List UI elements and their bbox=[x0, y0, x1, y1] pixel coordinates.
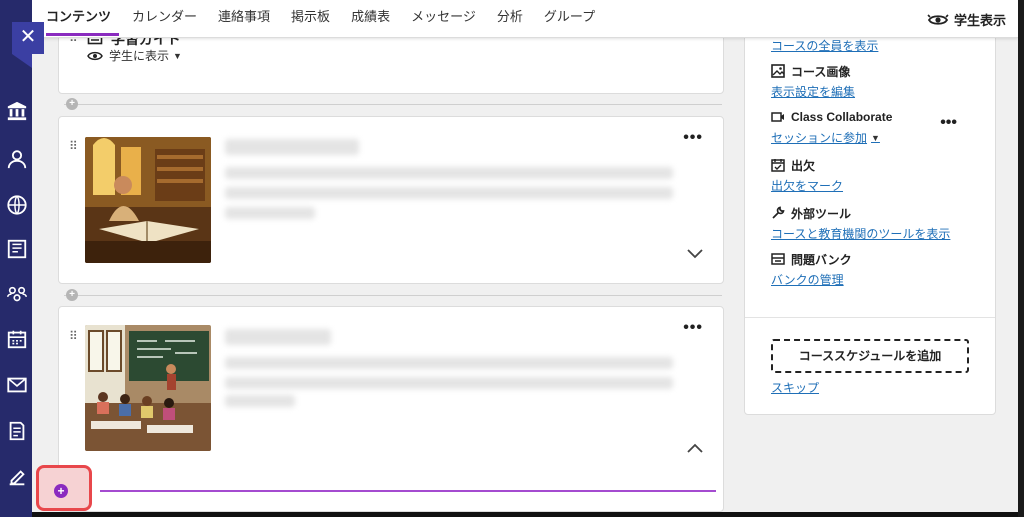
classroom-thumbnail bbox=[85, 325, 211, 451]
blurred-description bbox=[225, 357, 673, 369]
class-collaborate-heading: Class Collaborate bbox=[791, 110, 893, 124]
tab-analytics[interactable]: 分析 bbox=[497, 0, 523, 38]
left-navigation-rail bbox=[0, 0, 32, 517]
window-edge bbox=[1018, 0, 1024, 517]
course-top-nav: コンテンツ カレンダー 連絡事項 掲示板 成績表 メッセージ 分析 グループ 学… bbox=[32, 0, 1018, 38]
tab-groups[interactable]: グループ bbox=[544, 0, 595, 38]
visibility-label: 学生に表示 bbox=[109, 49, 170, 63]
institution-icon[interactable] bbox=[6, 100, 28, 122]
course-tabs: コンテンツ カレンダー 連絡事項 掲示板 成績表 メッセージ 分析 グループ bbox=[46, 0, 616, 38]
insert-content-plus-icon[interactable]: + bbox=[66, 289, 78, 301]
question-bank-heading: 問題バンク bbox=[791, 252, 852, 267]
content-item-card: ••• bbox=[58, 116, 724, 284]
sidebar-separator bbox=[745, 317, 995, 318]
calendar-icon[interactable] bbox=[6, 328, 28, 350]
eye-refresh-icon bbox=[927, 13, 949, 25]
blurred-description bbox=[225, 167, 673, 179]
course-image-item: コース画像 表示設定を編集 bbox=[771, 63, 855, 100]
attendance-heading: 出欠 bbox=[791, 158, 816, 173]
chevron-up-icon[interactable] bbox=[687, 443, 703, 453]
blurred-description bbox=[225, 187, 673, 199]
tab-gradebook[interactable]: 成績表 bbox=[351, 0, 390, 38]
edit-icon[interactable] bbox=[6, 466, 28, 488]
view-tools-link[interactable]: コースと教育機関のツールを表示 bbox=[771, 225, 950, 242]
grades-icon[interactable] bbox=[6, 420, 28, 442]
tab-discussions[interactable]: 掲示板 bbox=[291, 0, 330, 38]
globe-icon[interactable] bbox=[6, 194, 28, 216]
library-reading-thumbnail bbox=[85, 137, 211, 263]
courses-icon[interactable] bbox=[6, 238, 28, 260]
external-tools-item: 外部ツール コースと教育機関のツールを表示 bbox=[771, 205, 950, 242]
tab-content[interactable]: コンテンツ bbox=[46, 0, 120, 38]
course-image-heading: コース画像 bbox=[791, 64, 851, 79]
eye-icon bbox=[87, 51, 103, 60]
video-icon bbox=[771, 112, 784, 122]
more-options-icon[interactable]: ••• bbox=[683, 129, 703, 147]
drag-handle-icon[interactable] bbox=[69, 139, 81, 153]
profile-icon[interactable] bbox=[6, 148, 28, 170]
tab-announcements[interactable]: 連絡事項 bbox=[218, 0, 270, 38]
blurred-description bbox=[225, 377, 673, 389]
question-bank-item: 問題バンク バンクの管理 bbox=[771, 251, 852, 288]
groups-icon[interactable] bbox=[6, 284, 28, 306]
student-view-label: 学生表示 bbox=[953, 13, 1006, 28]
mail-icon[interactable] bbox=[6, 374, 28, 396]
add-course-schedule-button[interactable]: コーススケジュールを追加 bbox=[771, 339, 969, 373]
caret-down-icon: ▼ bbox=[871, 132, 880, 143]
caret-down-icon: ▼ bbox=[173, 50, 182, 61]
tab-messages[interactable]: メッセージ bbox=[411, 0, 476, 38]
close-button[interactable]: ✕ bbox=[12, 22, 44, 54]
screenshot-frame: ✕ コンテンツ カレンダー 連絡事項 掲示板 成績表 メッセージ 分析 グループ… bbox=[0, 0, 1024, 517]
class-collaborate-item: Class Collaborate セッションに参加 ▼ bbox=[771, 109, 892, 146]
join-session-label: セッションに参加 bbox=[771, 131, 868, 145]
blurred-description bbox=[225, 207, 315, 219]
external-tools-heading: 外部ツール bbox=[791, 206, 852, 221]
blurred-title bbox=[225, 139, 359, 155]
view-everyone-link[interactable]: コースの全員を表示 bbox=[771, 37, 878, 54]
skip-link[interactable]: スキップ bbox=[771, 379, 819, 396]
attendance-item: 出欠 出欠をマーク bbox=[771, 157, 843, 194]
add-content-plus-button[interactable]: + bbox=[54, 484, 68, 498]
bank-icon bbox=[771, 253, 785, 265]
more-options-icon[interactable]: ••• bbox=[683, 319, 703, 337]
course-details-sidebar: コースの全員を表示 コース画像 表示設定を編集 Class Collaborat… bbox=[744, 20, 996, 415]
course-page: コンテンツ カレンダー 連絡事項 掲示板 成績表 メッセージ 分析 グループ 学… bbox=[32, 0, 1018, 512]
insert-divider bbox=[64, 295, 722, 296]
wrench-icon bbox=[772, 206, 785, 219]
insert-divider bbox=[64, 104, 722, 105]
blurred-title bbox=[225, 329, 331, 345]
edit-display-settings-link[interactable]: 表示設定を編集 bbox=[771, 83, 855, 100]
drag-handle-icon[interactable] bbox=[69, 329, 81, 343]
manage-banks-link[interactable]: バンクの管理 bbox=[771, 271, 852, 288]
blurred-description bbox=[225, 395, 295, 407]
tab-calendar[interactable]: カレンダー bbox=[132, 0, 197, 38]
add-content-insertion-line bbox=[100, 490, 716, 492]
more-options-icon[interactable]: ••• bbox=[940, 114, 957, 132]
image-icon bbox=[771, 64, 785, 78]
chevron-down-icon[interactable] bbox=[687, 249, 703, 259]
mark-attendance-link[interactable]: 出欠をマーク bbox=[771, 177, 843, 194]
attendance-icon bbox=[771, 159, 785, 172]
join-session-dropdown[interactable]: セッションに参加 ▼ bbox=[771, 129, 892, 146]
content-item-card: ••• bbox=[58, 306, 724, 512]
insert-content-plus-icon[interactable]: + bbox=[66, 98, 78, 110]
student-view-button[interactable]: 学生表示 bbox=[927, 10, 1006, 29]
visibility-dropdown[interactable]: 学生に表示 ▼ bbox=[87, 47, 182, 64]
